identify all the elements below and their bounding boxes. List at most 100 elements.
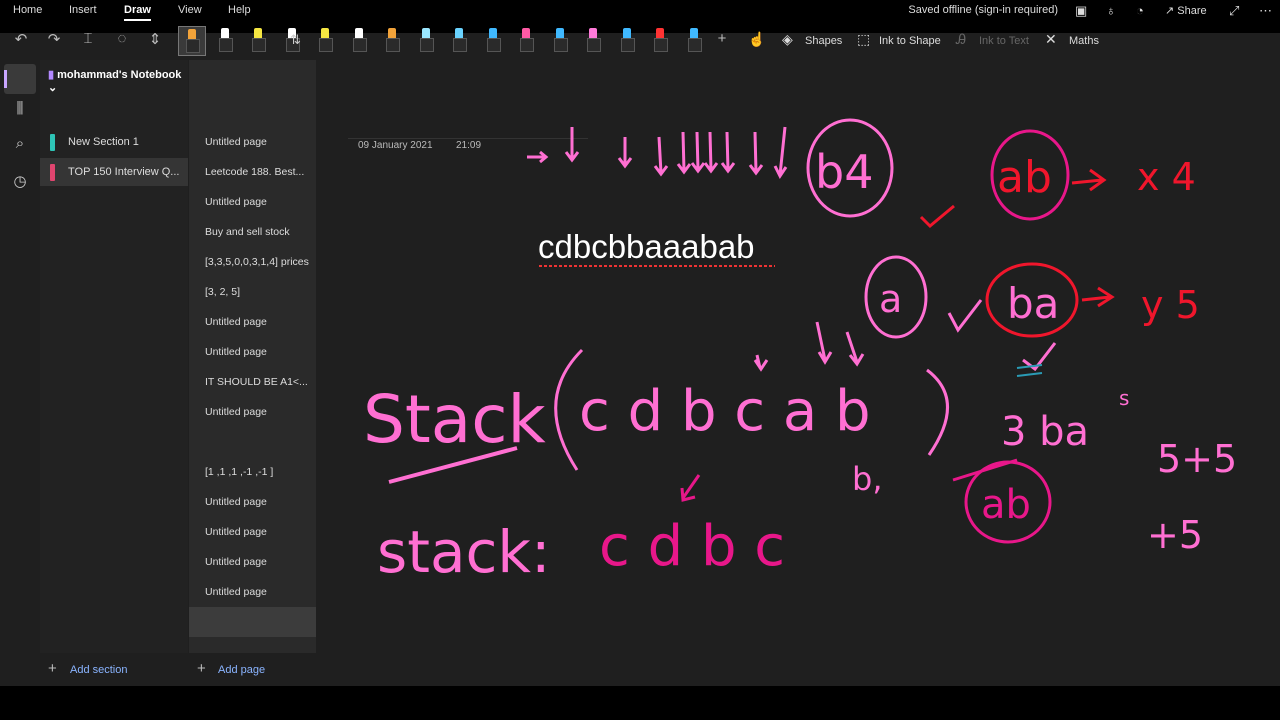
b-small-ink: b, (852, 460, 882, 498)
page-item[interactable]: [3, 2, 5] (189, 277, 316, 307)
page-item[interactable] (189, 607, 316, 637)
add-page-button[interactable]: Add page (218, 664, 265, 676)
close-paren (926, 368, 949, 456)
pen-16[interactable] (681, 26, 707, 54)
page-item[interactable]: Untitled page (189, 577, 316, 607)
section-new-section-1[interactable]: New Section 1 (40, 128, 188, 156)
more-options-icon[interactable]: ⋯ (1259, 3, 1272, 19)
pen-15[interactable] (647, 26, 673, 54)
pen-tip (188, 29, 196, 39)
checkmark-icon (947, 299, 983, 333)
lightbulb-icon[interactable]: ♁ (1106, 3, 1116, 18)
type-select-icon[interactable]: ⌶ (78, 30, 98, 47)
page-item[interactable]: Untitled page (189, 487, 316, 517)
page-item[interactable]: Untitled page (189, 127, 316, 157)
undo-icon[interactable]: ↶ (11, 30, 31, 48)
pen-12[interactable] (547, 26, 573, 54)
pen-tip (421, 28, 430, 38)
pen-14[interactable] (614, 26, 640, 54)
recent-icon[interactable]: ◷ (10, 172, 30, 192)
pen-6[interactable] (346, 26, 372, 54)
add-section-plus-icon[interactable]: + (48, 660, 57, 677)
ink-to-text-icon[interactable]: Ꭿ (956, 31, 966, 48)
share-label: Share (1177, 5, 1207, 17)
page-item[interactable]: Untitled page (189, 187, 316, 217)
stack-arrows (753, 321, 865, 372)
page-item[interactable]: Untitled page (189, 547, 316, 577)
pen-1[interactable] (178, 26, 206, 56)
page-item[interactable]: IT SHOULD BE A1<... (189, 367, 316, 397)
page-item[interactable]: Buy and sell stock (189, 217, 316, 247)
page-item[interactable]: [1 ,1 ,1 ,-1 ,-1 ] (189, 457, 316, 487)
pen-tip (388, 28, 396, 38)
rail-active-indicator (4, 70, 7, 88)
b4-ink: b4 (815, 145, 873, 199)
page-item[interactable]: [3,3,5,0,0,3,1,4] prices (189, 247, 316, 277)
pen-7[interactable] (379, 26, 405, 54)
add-section-button[interactable]: Add section (70, 664, 127, 676)
pen-2[interactable] (212, 26, 238, 54)
pen-body (218, 38, 233, 52)
page-title: Untitled page (205, 526, 267, 538)
pen-3[interactable] (245, 26, 271, 54)
page-item[interactable]: Untitled page (189, 307, 316, 337)
s-small-ink: s (1119, 386, 1129, 410)
pen-tip (622, 28, 631, 38)
ink-to-shape-button[interactable]: Ink to Shape (879, 35, 941, 47)
pen-10[interactable] (480, 26, 506, 54)
pen-tip (656, 28, 664, 38)
page-item[interactable] (189, 427, 316, 457)
pen-9[interactable] (446, 26, 472, 54)
shapes-button[interactable]: Shapes (805, 35, 842, 47)
sync-status[interactable]: Saved offline (sign-in required) (908, 4, 1058, 16)
search-icon[interactable]: ⌕ (10, 135, 30, 155)
pen-13[interactable] (580, 26, 606, 54)
add-pen-icon[interactable]: + (712, 30, 732, 47)
maths-button[interactable]: Maths (1069, 35, 1099, 47)
page-title: Untitled page (205, 136, 267, 148)
pen-body (520, 38, 534, 52)
pen-body (687, 38, 702, 52)
lasso-select-icon[interactable]: ◌ (112, 30, 132, 47)
sort-icon[interactable]: ⇅ (290, 32, 301, 48)
menu-draw[interactable]: Draw (124, 4, 151, 16)
page-item[interactable]: Untitled page (189, 517, 316, 547)
menu-help[interactable]: Help (228, 4, 251, 16)
notebook-icon[interactable]: ▣ (1075, 3, 1087, 19)
pen-tip (522, 28, 530, 38)
x4-ink: x 4 (1137, 155, 1196, 199)
pen-5[interactable] (312, 26, 338, 54)
expand-icon[interactable]: ⤢ (1229, 3, 1239, 19)
pages-pane: ⇅ Untitled page Leetcode 188. Best... Unti… (189, 32, 316, 677)
page-canvas[interactable]: 09 January 2021 21:09 cdbcbbaaabab b4 a … (317, 60, 1280, 653)
pen-tip (254, 28, 262, 38)
ink-to-shape-icon[interactable]: ⬚ (857, 31, 870, 48)
menu-draw-underline (124, 19, 151, 21)
share-button[interactable]: ↗ Share (1165, 4, 1207, 17)
stack2-content-ink: c d b c (599, 514, 785, 579)
page-title: Untitled page (205, 496, 267, 508)
add-page-plus-icon[interactable]: + (197, 660, 206, 677)
touch-draw-icon[interactable]: ☝ (748, 31, 765, 48)
pen-tip (455, 28, 463, 38)
menu-home[interactable]: Home (13, 4, 42, 16)
shapes-icon[interactable]: ◈ (782, 31, 793, 48)
pen-tip (321, 28, 329, 38)
maths-icon[interactable]: ✕ (1045, 31, 1057, 48)
pen-11[interactable] (513, 26, 539, 54)
ba-ink: ba (1007, 279, 1059, 328)
bell-icon[interactable]: ◔ (1136, 3, 1144, 18)
menu-insert[interactable]: Insert (69, 4, 97, 16)
page-item[interactable]: Untitled page (189, 337, 316, 367)
add-space-icon[interactable]: ⇕ (145, 30, 165, 48)
pen-8[interactable] (413, 26, 439, 54)
page-item[interactable]: Untitled page (189, 397, 316, 427)
ink-to-text-button[interactable]: Ink to Text (979, 35, 1029, 47)
redo-icon[interactable]: ↷ (44, 30, 64, 48)
page-item[interactable]: Leetcode 188. Best... (189, 157, 316, 187)
notebooks-icon[interactable]: ⫼ (10, 100, 30, 120)
menu-view[interactable]: View (178, 4, 202, 16)
section-top-150[interactable]: TOP 150 Interview Q... (40, 158, 188, 186)
draw-toolbar: ↶ ↷ ⌶ ◌ ⇕ + ☝ ◈ Shapes ⬚ Ink to Shape Ꭿ … (0, 22, 1280, 60)
notebook-selector[interactable]: ▮ mohammad's Notebook ⌄ (48, 68, 188, 94)
